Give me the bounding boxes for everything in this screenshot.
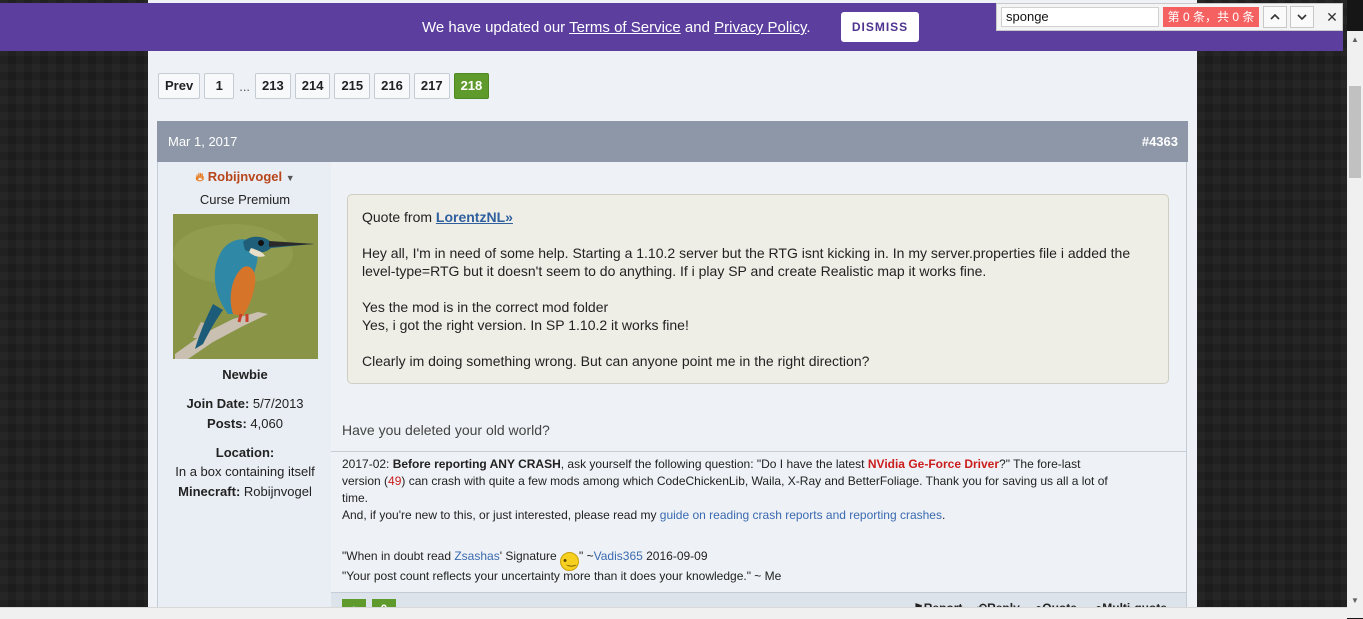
page-button[interactable]: 215 [334, 73, 371, 99]
quote-block: Quote from LorentzNL» Hey all, I'm in ne… [347, 194, 1169, 384]
join-date-row: Join Date: 5/7/2013 [158, 396, 332, 411]
close-icon[interactable]: ✕ [1323, 8, 1341, 26]
notice-text: We have updated our [422, 19, 570, 36]
sig-text: ) can crash with quite a few mods among … [401, 474, 1108, 488]
sig-text: " ~ [579, 549, 594, 563]
quote-prefix: Quote from [362, 209, 436, 225]
scrollbar[interactable]: ▲ ▼ [1347, 31, 1363, 618]
notice-text: . [806, 19, 811, 36]
pagination: Prev 1 ... 213 214 215 216 217 218 [158, 73, 490, 99]
signature: 2017-02: Before reporting ANY CRASH, ask… [331, 451, 1186, 592]
minecraft-value: Robijnvogel [243, 484, 312, 499]
quote-header: Quote from LorentzNL» [362, 208, 1154, 226]
sig-text: "When in doubt read [342, 549, 455, 563]
sig-text: 2016-09-09 [642, 549, 708, 563]
posts-row: Posts: 4,060 [158, 416, 332, 431]
sig-text: , ask yourself the following question: "… [560, 457, 868, 471]
notice-text: and [680, 19, 715, 36]
username[interactable]: Robijnvogel [208, 169, 282, 184]
page-button[interactable]: 213 [255, 73, 291, 99]
chevron-down-icon [1297, 14, 1307, 20]
sig-text: . [941, 508, 946, 522]
user-info-panel: 🔥︎ Robijnvogel ▼ Curse Premium Newbie Jo… [157, 162, 333, 618]
zsashas-link[interactable]: Zsashas [454, 549, 499, 563]
quote-line: Hey all, I'm in need of some help. Start… [362, 245, 1131, 261]
sig-text: time. [342, 491, 369, 505]
avatar[interactable] [173, 214, 318, 359]
quote-line: Yes, i got the right version. In SP 1.10… [362, 317, 689, 333]
signature-quote-2: "Your post count reflects your uncertain… [342, 569, 782, 583]
find-bar: sponge 第 0 条，共 0 条 ✕ [996, 3, 1343, 31]
post-date: Mar 1, 2017 [168, 134, 238, 149]
background-right [1197, 0, 1347, 618]
crash-guide-link[interactable]: guide on reading crash reports and repor… [660, 508, 942, 522]
post-body: Quote from LorentzNL» Hey all, I'm in ne… [331, 162, 1187, 619]
kingfisher-avatar-image [173, 214, 318, 359]
sig-text: ?" The fore-last [999, 457, 1081, 471]
browser-status-bar [0, 607, 1347, 619]
chevron-up-icon [1270, 14, 1280, 20]
signature-paragraph: 2017-02: Before reporting ANY CRASH, ask… [342, 456, 1162, 524]
user-title: Curse Premium [199, 192, 291, 207]
join-date-value: 5/7/2013 [252, 396, 304, 411]
background-left [0, 0, 148, 618]
post-permalink[interactable]: #4363 [1142, 134, 1178, 149]
sig-alert: 49 [388, 474, 402, 488]
flame-icon: 🔥︎ [195, 170, 205, 184]
minecraft-row: Minecraft: Robijnvogel [158, 484, 332, 499]
quote-line: Yes the mod is in the correct mod folder [362, 299, 609, 315]
quote-line: level-type=RTG but it doesn't seem to do… [362, 263, 987, 279]
terms-of-service-link[interactable]: Terms of Service [569, 19, 681, 36]
location-value: In a box containing itself [175, 464, 315, 479]
vadis-link[interactable]: Vadis365 [594, 549, 643, 563]
page-1-button[interactable]: 1 [204, 73, 235, 99]
location-label: Location: [215, 445, 275, 460]
chevron-down-icon[interactable]: ▼ [286, 173, 295, 183]
notice-message: We have updated our Terms of Service and… [422, 19, 811, 36]
posts-value: 4,060 [250, 416, 283, 431]
sig-text: And, if you're new to this, or just inte… [342, 508, 660, 522]
current-page-button[interactable]: 218 [453, 73, 490, 99]
scrollbar-thumb[interactable] [1349, 86, 1361, 178]
sig-text: ' Signature [499, 549, 561, 563]
pagination-ellipsis: ... [239, 78, 251, 94]
join-date-label: Join Date: [186, 396, 250, 411]
privacy-policy-link[interactable]: Privacy Policy [714, 19, 806, 36]
reply-text: Have you deleted your old world? [342, 422, 550, 438]
find-previous-button[interactable] [1263, 6, 1287, 28]
page-button[interactable]: 217 [413, 73, 450, 99]
find-next-button[interactable] [1290, 6, 1314, 28]
quote-author-link[interactable]: LorentzNL» [436, 209, 513, 225]
posts-label: Posts: [207, 416, 247, 431]
minecraft-label: Minecraft: [178, 484, 241, 499]
scroll-up-arrow-icon[interactable]: ▲ [1347, 31, 1363, 47]
sig-text: version ( [342, 474, 389, 488]
page-button[interactable]: 216 [374, 73, 410, 99]
sig-text: 2017-02: [342, 457, 393, 471]
sig-alert: NVidia Ge-Force Driver [867, 457, 1000, 471]
find-result-count: 第 0 条，共 0 条 [1163, 7, 1259, 27]
scroll-down-arrow-icon[interactable]: ▼ [1347, 592, 1363, 608]
find-input[interactable]: sponge [1001, 7, 1159, 27]
page-button[interactable]: 214 [294, 73, 331, 99]
forum-page: Prev 1 ... 213 214 215 216 217 218 Mar 1… [148, 0, 1197, 619]
sig-bold: Before reporting ANY CRASH [392, 457, 561, 471]
username-row[interactable]: 🔥︎ Robijnvogel ▼ [158, 169, 332, 185]
user-rank: Newbie [222, 367, 268, 382]
dismiss-button[interactable]: DISMISS [841, 12, 919, 42]
quote-line: Clearly im doing something wrong. But ca… [362, 353, 870, 369]
prev-page-button[interactable]: Prev [158, 73, 201, 99]
post-header: Mar 1, 2017 #4363 [157, 121, 1188, 162]
